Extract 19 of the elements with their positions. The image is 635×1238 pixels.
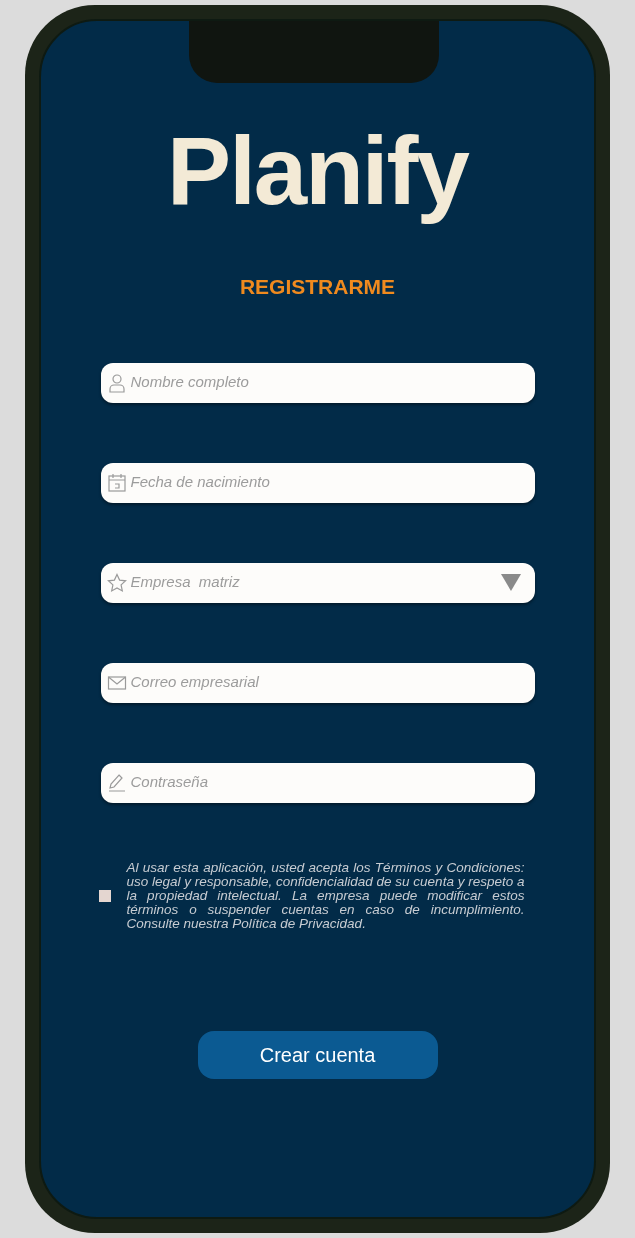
dropdown-field[interactable]: Empresa matriz [100, 562, 535, 603]
input-field[interactable]: Contraseña [100, 762, 535, 803]
create-account-button[interactable]: Crear cuenta [197, 1030, 438, 1079]
star-icon [106, 572, 127, 593]
text-input[interactable]: Fecha de nacimiento [130, 471, 521, 494]
text-input[interactable]: Contraseña [130, 771, 521, 794]
pen-icon [106, 772, 127, 793]
input-field[interactable]: Fecha de nacimiento [100, 462, 535, 503]
person-icon [106, 372, 127, 393]
input-field[interactable]: Correo empresarial [100, 662, 535, 703]
text-input[interactable]: Correo empresarial [130, 671, 521, 694]
caret-icon [500, 574, 521, 591]
terms-checkbox[interactable] [98, 889, 111, 902]
calendar-icon [106, 472, 127, 493]
terms-text: Al usar esta aplicación, usted acepta los Términos y Condiciones: uso legal y responsable, confidencialidad de su cuenta y respeto a la propiedad intelectual. La empresa puede modificar estos términos o suspender cuentas en caso de incumplimiento. Consulte nuestra Política de Privacidad. [126, 860, 525, 931]
text-input[interactable]: Empresa matriz [130, 571, 497, 594]
input-field[interactable]: Nombre completo [100, 362, 535, 403]
text-input[interactable]: Nombre completo [130, 371, 521, 394]
page-title: REGISTRARME [239, 274, 396, 300]
